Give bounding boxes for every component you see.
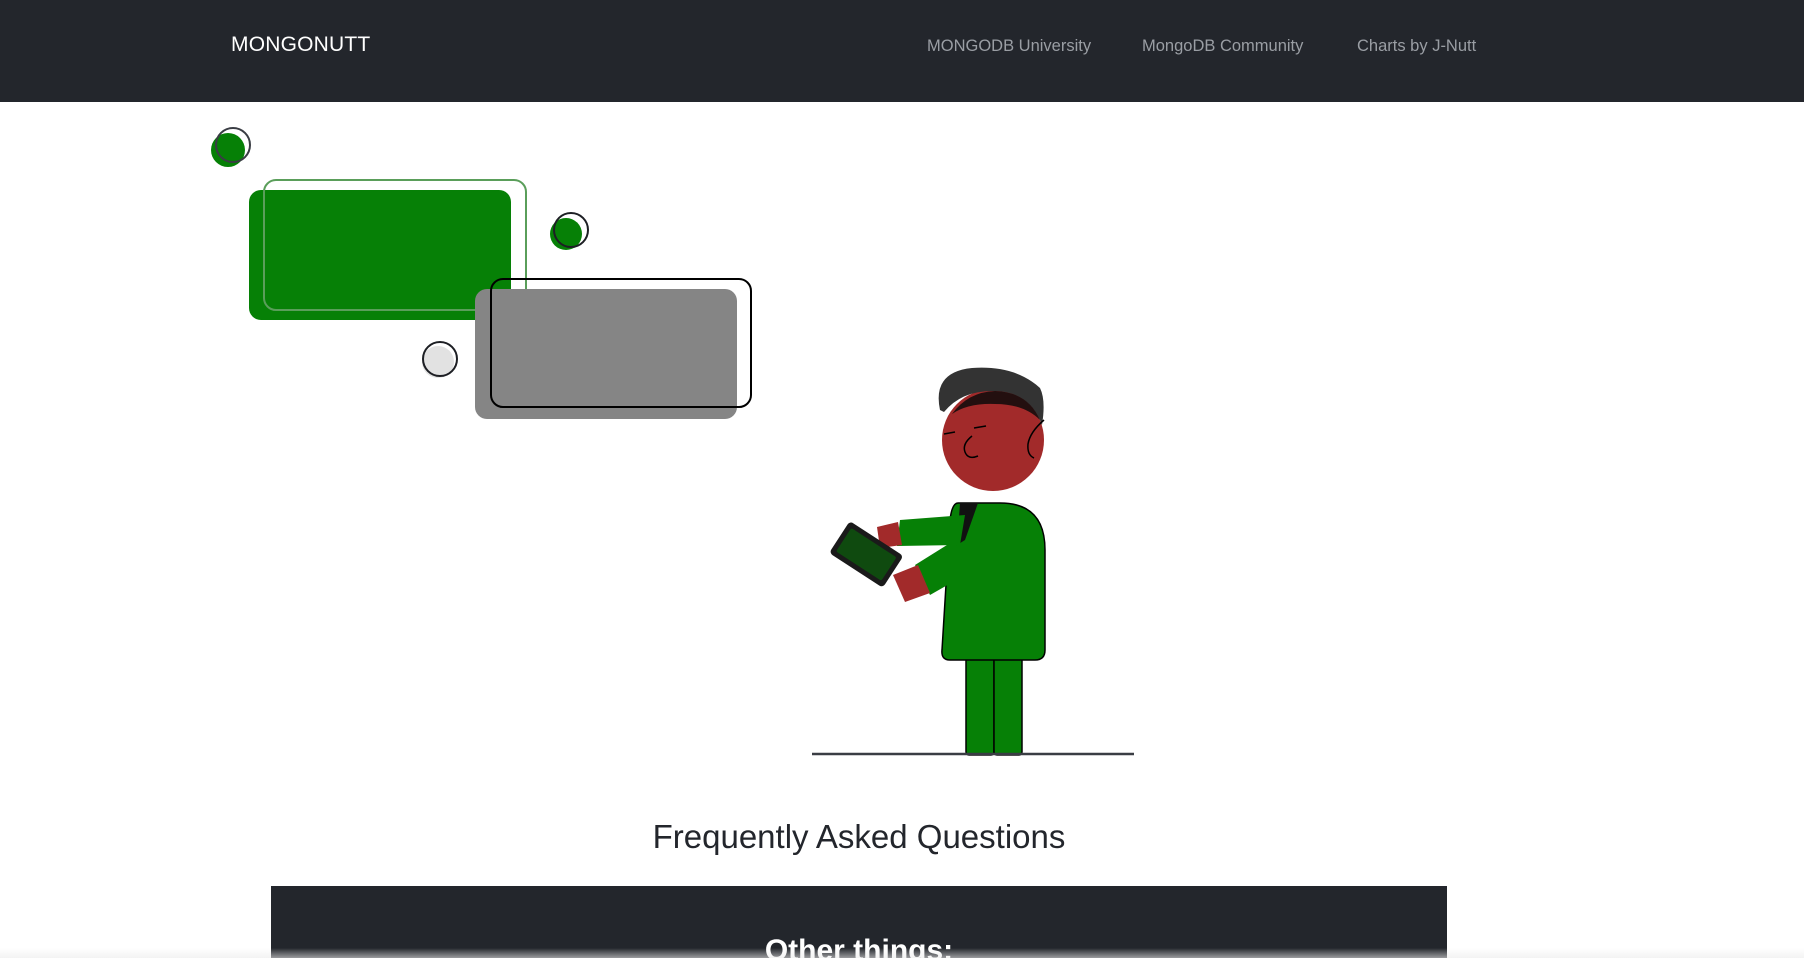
- green-message-card: [249, 190, 511, 320]
- bottom-fade: [0, 948, 1804, 958]
- faq-heading: Frequently Asked Questions: [652, 818, 1066, 855]
- top-navbar: MONGONUTT MONGODB University MongoDB Com…: [0, 0, 1804, 102]
- nav-link-mongodb-community[interactable]: MongoDB Community: [1142, 37, 1303, 56]
- nav-link-charts[interactable]: Charts by J-Nutt: [1357, 37, 1476, 56]
- nav-link-mongodb-university[interactable]: MONGODB University: [927, 37, 1091, 56]
- gray-message-card: [475, 289, 737, 419]
- person-illustration: [830, 367, 1046, 756]
- hero-illustration: [211, 127, 1134, 756]
- brand-logo[interactable]: MONGONUTT: [231, 33, 370, 57]
